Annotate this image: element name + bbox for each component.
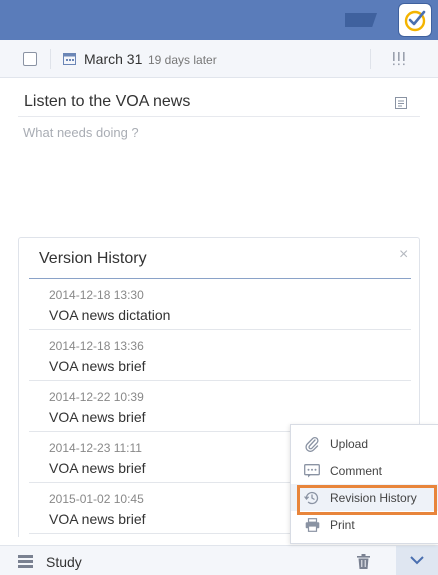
close-icon[interactable]: × bbox=[399, 246, 408, 264]
more-options-menu: Upload Comment Revision History Print bbox=[290, 424, 438, 544]
list-icon[interactable] bbox=[18, 555, 33, 573]
version-history-title: Version History bbox=[39, 250, 147, 267]
menu-item-revision-history[interactable]: Revision History bbox=[291, 484, 438, 515]
task-toolbar: March 31 19 days later bbox=[0, 40, 438, 78]
menu-item-label: Upload bbox=[330, 436, 369, 451]
menu-item-print[interactable]: Print bbox=[291, 511, 438, 538]
complete-checkbox[interactable] bbox=[23, 52, 37, 66]
more-options-button[interactable] bbox=[396, 546, 438, 575]
list-name[interactable]: Study bbox=[46, 554, 82, 570]
version-timestamp: 2014-12-18 13:36 bbox=[49, 339, 144, 353]
version-title: VOA news brief bbox=[49, 409, 146, 425]
version-item[interactable]: 2014-12-18 13:36 VOA news brief bbox=[29, 330, 411, 381]
title-divider bbox=[18, 116, 420, 117]
version-title: VOA news brief bbox=[49, 358, 146, 374]
note-icon[interactable] bbox=[395, 96, 407, 114]
toolbar-divider bbox=[370, 49, 371, 69]
description-field[interactable]: What needs doing ? bbox=[23, 125, 139, 140]
toolbar-divider bbox=[50, 49, 51, 69]
version-timestamp: 2014-12-18 13:30 bbox=[49, 288, 144, 302]
version-title: VOA news dictation bbox=[49, 307, 171, 323]
trash-icon[interactable] bbox=[357, 554, 370, 574]
task-title[interactable]: Listen to the VOA news bbox=[24, 93, 190, 111]
version-timestamp: 2014-12-22 10:39 bbox=[49, 390, 144, 404]
menu-item-label: Revision History bbox=[330, 490, 417, 505]
printer-icon bbox=[304, 517, 320, 533]
menu-item-label: Print bbox=[330, 517, 355, 532]
version-item[interactable]: 2014-12-18 13:30 VOA news dictation bbox=[29, 279, 411, 330]
top-header-bar bbox=[0, 0, 438, 40]
calendar-icon[interactable] bbox=[63, 52, 76, 70]
due-date[interactable]: March 31 bbox=[84, 51, 142, 67]
due-date-relative: 19 days later bbox=[148, 53, 217, 67]
history-icon bbox=[304, 490, 320, 506]
priority-icon[interactable] bbox=[392, 51, 406, 72]
menu-item-upload[interactable]: Upload bbox=[291, 430, 438, 457]
menu-item-label: Comment bbox=[330, 463, 383, 478]
menu-item-comment[interactable]: Comment bbox=[291, 457, 438, 484]
bottom-bar: Study bbox=[0, 545, 438, 575]
chevron-down-icon bbox=[410, 552, 424, 570]
comment-icon bbox=[304, 463, 320, 479]
flag-icon[interactable] bbox=[345, 13, 377, 27]
app-check-icon[interactable] bbox=[399, 4, 431, 36]
paperclip-icon bbox=[304, 436, 320, 452]
